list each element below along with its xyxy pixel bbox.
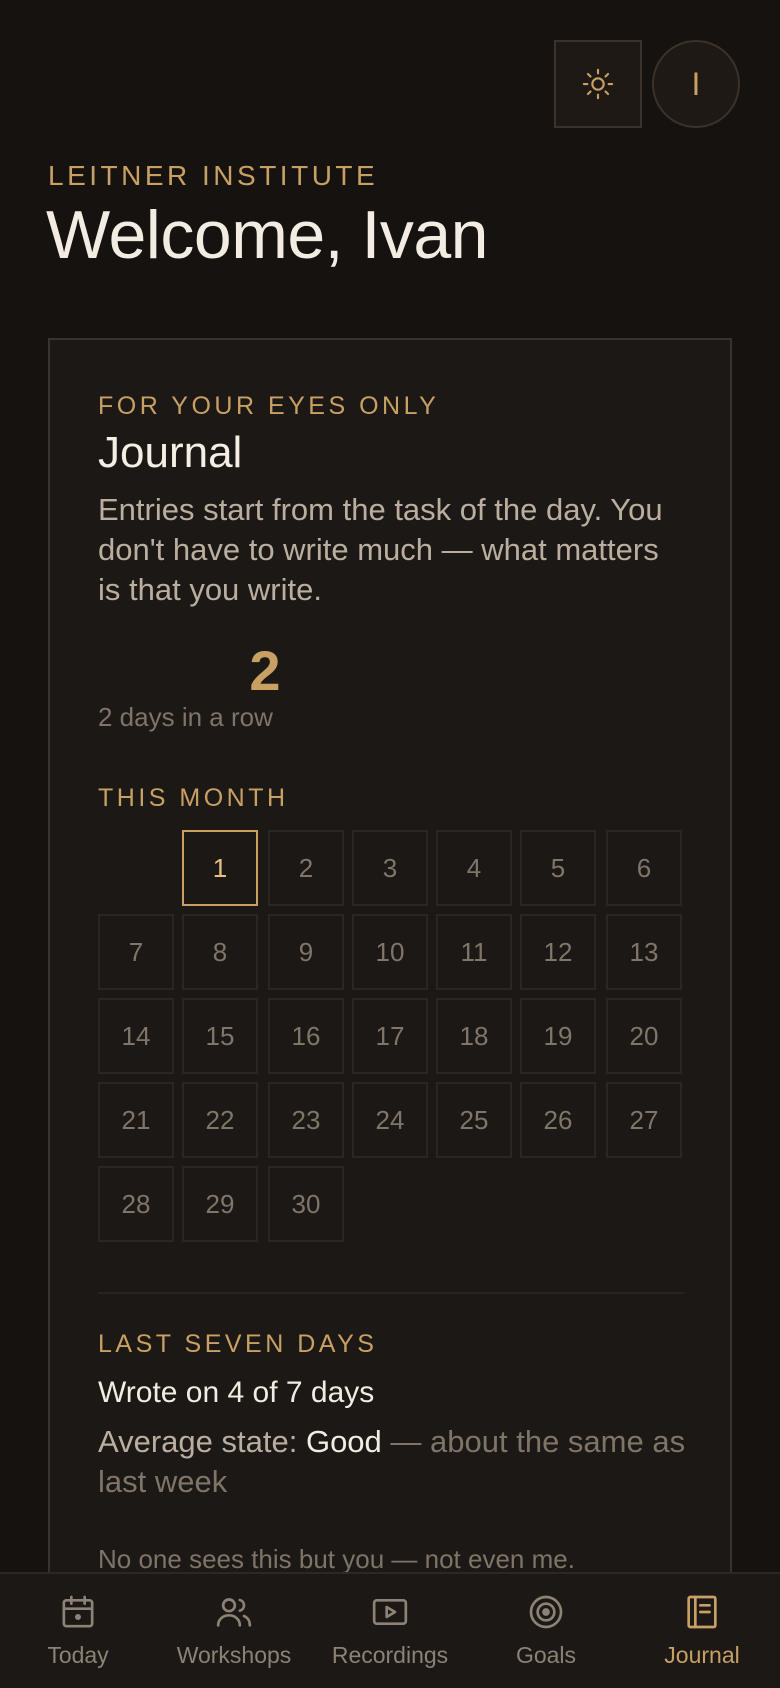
calendar-day[interactable]: 14	[98, 998, 174, 1074]
streak-count: 2	[249, 639, 281, 702]
calendar-day[interactable]: 16	[268, 998, 344, 1074]
calendar-day[interactable]: 27	[606, 1082, 682, 1158]
nav-label-today: Today	[47, 1642, 109, 1668]
nav-label-journal: Journal	[664, 1642, 740, 1668]
section-divider	[98, 1292, 684, 1294]
average-state: Average state: Good — about the same as …	[98, 1422, 688, 1502]
calendar-day[interactable]: 15	[182, 998, 258, 1074]
calendar-day[interactable]: 4	[436, 830, 512, 906]
calendar-day[interactable]: 17	[352, 998, 428, 1074]
journal-card: FOR YOUR EYES ONLY Journal Entries start…	[48, 338, 732, 1688]
calendar-day[interactable]: 18	[436, 998, 512, 1074]
calendar-day[interactable]: 29	[182, 1166, 258, 1242]
calendar-day[interactable]: 21	[98, 1082, 174, 1158]
calendar-day[interactable]: 19	[520, 998, 596, 1074]
target-icon	[529, 1595, 563, 1629]
nav-label-recordings: Recordings	[331, 1642, 449, 1668]
calendar-day[interactable]: 8	[182, 914, 258, 990]
calendar-day[interactable]: 7	[98, 914, 174, 990]
journal-title: Journal	[98, 428, 243, 477]
bottom-nav: Today Workshops Recordings Goals Journal	[0, 1572, 780, 1688]
calendar-day[interactable]: 9	[268, 914, 344, 990]
sun-icon	[582, 68, 614, 100]
streak-label: 2 days in a row	[98, 702, 273, 732]
nav-item-workshops[interactable]: Workshops	[156, 1574, 312, 1688]
page-title: Welcome, Ivan	[46, 197, 488, 273]
nav-label-goals: Goals	[515, 1642, 577, 1668]
avatar-initial: I	[691, 65, 701, 102]
calendar-day[interactable]: 30	[268, 1166, 344, 1242]
calendar-day[interactable]: 25	[436, 1082, 512, 1158]
journal-kicker: FOR YOUR EYES ONLY	[98, 392, 440, 420]
calendar-day[interactable]: 22	[182, 1082, 258, 1158]
nav-label-workshops: Workshops	[176, 1642, 292, 1668]
calendar-day[interactable]: 23	[268, 1082, 344, 1158]
calendar-day[interactable]: 6	[606, 830, 682, 906]
privacy-note: No one sees this but you — not even me.	[98, 1544, 575, 1574]
calendar-day[interactable]: 2	[268, 830, 344, 906]
wrote-summary: Wrote on 4 of 7 days	[98, 1376, 375, 1409]
nav-item-journal[interactable]: Journal	[624, 1574, 780, 1688]
nav-item-goals[interactable]: Goals	[468, 1574, 624, 1688]
organization-name: LEITNER INSTITUTE	[48, 160, 379, 191]
calendar-day[interactable]: 28	[98, 1166, 174, 1242]
calendar-day[interactable]: 24	[352, 1082, 428, 1158]
calendar-icon	[62, 1595, 94, 1628]
average-value: Good	[305, 1424, 382, 1459]
average-prefix: Average state:	[98, 1424, 306, 1459]
calendar-day[interactable]: 5	[520, 830, 596, 906]
calendar-day[interactable]: 13	[606, 914, 682, 990]
nav-item-today[interactable]: Today	[0, 1574, 156, 1688]
calendar-day[interactable]: 20	[606, 998, 682, 1074]
month-calendar: 1 2 3 4 5 6 7 8 9 10 11 12 13 14 15 16 17 18 19 20 21 22 23 24 2…	[98, 830, 684, 1250]
week-heading: LAST SEVEN DAYS	[98, 1330, 378, 1358]
theme-toggle-button[interactable]	[554, 40, 642, 128]
calendar-day[interactable]: 3	[352, 830, 428, 906]
nav-item-recordings[interactable]: Recordings	[312, 1574, 468, 1688]
journal-icon	[687, 1595, 717, 1629]
play-icon	[372, 1599, 408, 1625]
calendar-day[interactable]: 12	[520, 914, 596, 990]
calendar-day[interactable]: 26	[520, 1082, 596, 1158]
calendar-day[interactable]: 10	[352, 914, 428, 990]
month-heading: THIS MONTH	[98, 784, 289, 812]
calendar-day[interactable]: 1	[182, 830, 258, 906]
top-bar: I	[554, 40, 740, 128]
people-icon	[216, 1598, 252, 1627]
journal-description: Entries start from the task of the day. …	[98, 492, 663, 607]
calendar-day[interactable]: 11	[436, 914, 512, 990]
avatar[interactable]: I	[652, 40, 740, 128]
